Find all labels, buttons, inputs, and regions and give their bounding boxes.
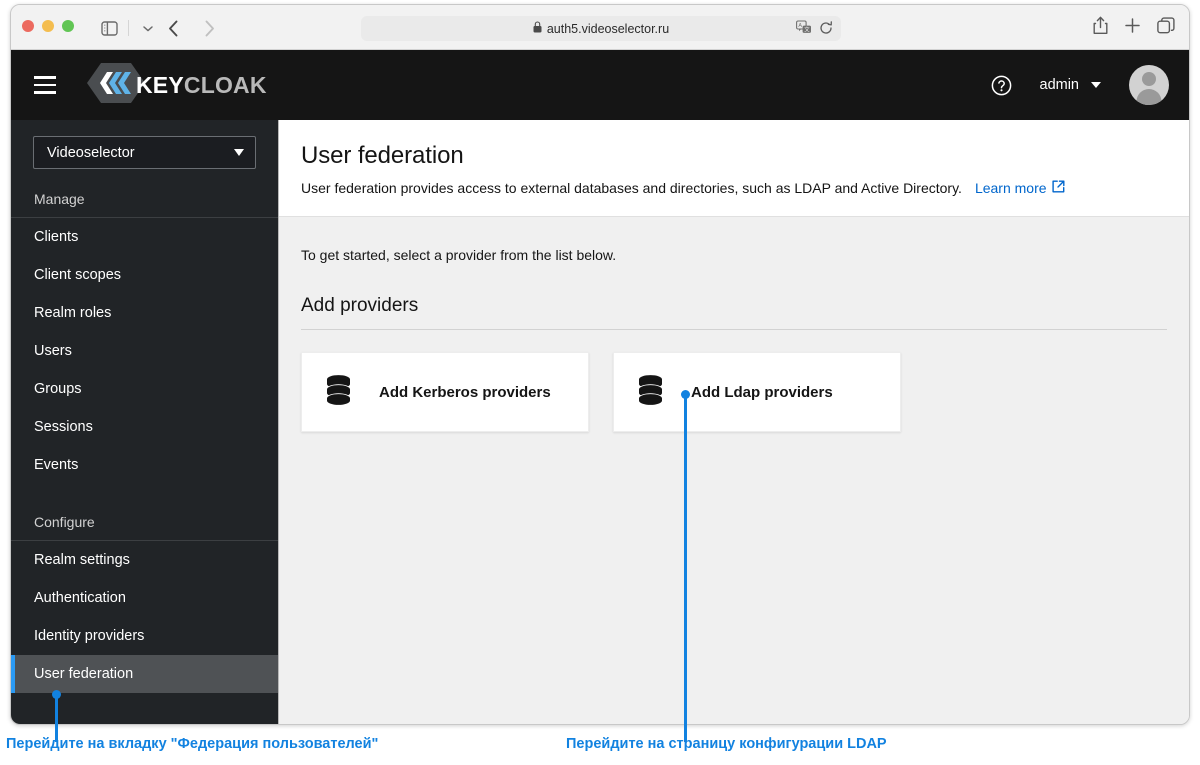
learn-more-link[interactable]: Learn more: [975, 180, 1065, 196]
user-menu-username: admin: [1039, 77, 1080, 93]
browser-window: auth5.videoselector.ru A 文 KEYCLOAK admi…: [10, 4, 1190, 725]
page-header: User federation User federation provides…: [279, 120, 1189, 217]
translate-icon[interactable]: A 文: [796, 20, 812, 38]
chevron-down-icon: [234, 149, 244, 156]
keycloak-wordmark-cloak: CLOAK: [183, 71, 267, 98]
maximize-window-button[interactable]: [62, 20, 74, 32]
add-kerberos-providers-label: Add Kerberos providers: [379, 383, 551, 401]
nav-heading-configure: Configure: [11, 514, 278, 541]
back-arrow-icon[interactable]: [161, 16, 185, 40]
reload-icon[interactable]: [819, 20, 833, 38]
sidebar-item-authentication[interactable]: Authentication: [11, 579, 278, 617]
database-icon: [324, 374, 353, 410]
toolbar-right-controls: [1093, 16, 1175, 40]
sidebar-item-users[interactable]: Users: [11, 332, 278, 370]
provider-card-list: Add Kerberos providers Add Ldap provider…: [301, 352, 1167, 432]
sidebar: Videoselector Manage Clients Client scop…: [11, 120, 279, 724]
user-avatar-icon[interactable]: [1129, 65, 1169, 105]
tabs-overview-icon[interactable]: [1157, 17, 1175, 39]
annotation-line: [684, 394, 687, 742]
close-window-button[interactable]: [22, 20, 34, 32]
sidebar-item-clients[interactable]: Clients: [11, 218, 278, 256]
avatar-head: [1142, 72, 1156, 86]
toolbar-divider: [128, 20, 129, 36]
address-bar-url: auth5.videoselector.ru: [546, 21, 670, 36]
navigation-arrows: [161, 16, 221, 40]
add-providers-heading: Add providers: [301, 295, 419, 316]
nav-heading-manage: Manage: [11, 191, 278, 218]
sidebar-item-user-federation[interactable]: User federation: [11, 655, 278, 693]
sidebar-item-client-scopes[interactable]: Client scopes: [11, 256, 278, 294]
plus-icon[interactable]: [1124, 17, 1141, 39]
masthead-actions: admin: [991, 65, 1169, 105]
lock-icon: [533, 21, 542, 36]
address-bar-actions: A 文: [796, 20, 833, 38]
sidebar-item-groups[interactable]: Groups: [11, 370, 278, 408]
avatar-body: [1136, 89, 1162, 105]
annotation-label-user-federation: Перейдите на вкладку "Федерация пользова…: [6, 736, 379, 752]
nav-section-manage: Manage Clients Client scopes Realm roles…: [11, 191, 278, 484]
learn-more-label: Learn more: [974, 180, 1047, 196]
section-divider: [301, 329, 1167, 330]
realm-selector-value: Videoselector: [47, 144, 135, 161]
minimize-window-button[interactable]: [42, 20, 54, 32]
sidebar-item-events[interactable]: Events: [11, 446, 278, 484]
add-ldap-providers-card[interactable]: Add Ldap providers: [613, 352, 901, 432]
hamburger-menu-icon[interactable]: [34, 76, 56, 94]
keycloak-wordmark-key: KEY: [136, 71, 184, 98]
annotation-label-ldap: Перейдите на страницу конфигурации LDAP: [566, 736, 887, 752]
page-viewport: KEYCLOAK admin Videoselector Manage Clie…: [11, 50, 1189, 724]
forward-arrow-icon[interactable]: [197, 16, 221, 40]
keycloak-logo[interactable]: KEYCLOAK: [86, 61, 267, 110]
svg-text:A: A: [798, 23, 802, 29]
chevron-down-icon: [1091, 82, 1101, 88]
page-subtitle: User federation provides access to exter…: [301, 180, 962, 196]
external-link-icon: [1051, 180, 1065, 196]
annotation-line: [55, 694, 58, 742]
browser-toolbar: auth5.videoselector.ru A 文: [11, 5, 1189, 50]
page-title: User federation: [301, 142, 464, 169]
add-kerberos-providers-card[interactable]: Add Kerberos providers: [301, 352, 589, 432]
sidebar-item-realm-roles[interactable]: Realm roles: [11, 294, 278, 332]
user-menu-dropdown[interactable]: admin: [1039, 77, 1101, 93]
database-icon: [636, 374, 665, 410]
share-icon[interactable]: [1093, 16, 1108, 40]
sidebar-toggle-icon[interactable]: [96, 16, 122, 40]
providers-panel: To get started, select a provider from t…: [279, 217, 1189, 432]
keycloak-masthead: KEYCLOAK admin: [11, 50, 1189, 120]
toolbar-left-controls: [96, 16, 161, 40]
svg-text:文: 文: [804, 25, 810, 33]
main-content-area: User federation User federation provides…: [279, 120, 1189, 724]
address-bar[interactable]: auth5.videoselector.ru A 文: [361, 16, 841, 41]
page-subtitle-row: User federation provides access to exter…: [301, 180, 1189, 196]
sidebar-item-sessions[interactable]: Sessions: [11, 408, 278, 446]
realm-selector[interactable]: Videoselector: [33, 136, 256, 169]
window-controls: [22, 20, 74, 32]
get-started-text: To get started, select a provider from t…: [301, 247, 617, 263]
chevron-down-icon[interactable]: [135, 16, 161, 40]
sidebar-item-realm-settings[interactable]: Realm settings: [11, 541, 278, 579]
nav-section-configure: Configure Realm settings Authentication …: [11, 514, 278, 693]
sidebar-item-identity-providers[interactable]: Identity providers: [11, 617, 278, 655]
keycloak-wordmark: KEYCLOAK: [136, 72, 267, 99]
keycloak-body: Videoselector Manage Clients Client scop…: [11, 120, 1189, 724]
help-circle-icon[interactable]: [991, 75, 1012, 96]
add-ldap-providers-label: Add Ldap providers: [691, 383, 833, 401]
